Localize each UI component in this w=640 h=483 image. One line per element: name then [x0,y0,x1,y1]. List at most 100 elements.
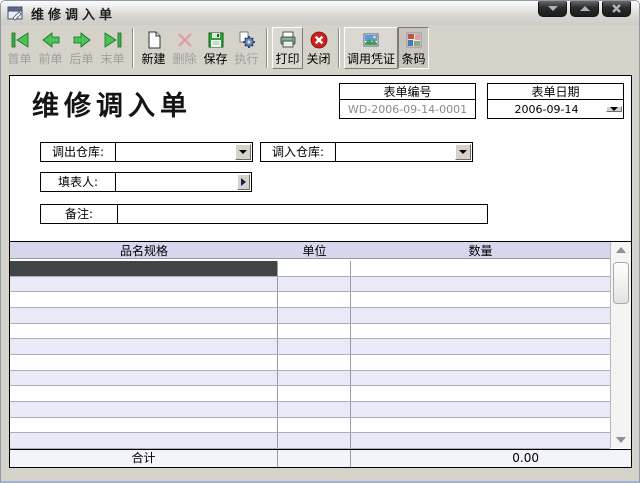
cell-unit[interactable] [278,370,351,386]
cell-unit[interactable] [278,261,351,276]
cell-product[interactable] [10,308,278,323]
table-row[interactable] [10,339,610,356]
grid-header-row: 品名规格 单位 数量 [10,242,610,259]
cell-product[interactable] [10,402,278,417]
in-warehouse-label: 调入仓库: [261,143,336,161]
out-warehouse-dropdown-button[interactable] [235,144,251,160]
execute-button[interactable]: 执行 [231,27,262,69]
cell-unit[interactable] [278,417,351,433]
vertical-scrollbar[interactable] [610,242,631,448]
cell-product[interactable] [10,323,278,339]
cell-unit[interactable] [278,323,351,339]
first-record-button[interactable]: 首单 [4,27,35,69]
out-warehouse-input[interactable] [116,143,234,161]
cell-unit[interactable] [278,402,351,417]
scrollbar-thumb[interactable] [613,262,629,304]
cell-qty[interactable] [351,339,610,354]
out-warehouse-label: 调出仓库: [41,143,116,161]
in-warehouse-input[interactable] [336,143,454,161]
cell-qty[interactable] [351,355,610,370]
doc-number-value: WD-2006-09-14-0001 [347,102,468,116]
table-row[interactable] [10,308,610,324]
cell-qty[interactable] [351,277,610,292]
barcode-button[interactable]: 条码 [398,27,430,69]
table-row[interactable] [10,292,610,309]
filler-input[interactable] [116,173,236,191]
cell-product[interactable] [10,276,278,292]
remark-label: 备注: [41,205,118,223]
doc-date-value: 2006-09-14 [514,102,579,116]
out-warehouse-group: 调出仓库: [40,142,253,162]
table-row[interactable] [10,323,610,340]
prev-record-button[interactable]: 前单 [35,27,66,69]
cell-unit[interactable] [278,433,351,449]
maximize-icon [579,6,590,11]
cell-unit[interactable] [278,308,351,323]
cell-product[interactable] [10,386,278,402]
filler-lookup-button[interactable] [237,174,250,190]
close-button[interactable] [602,1,631,17]
new-button[interactable]: 新建 [138,27,169,69]
table-row[interactable] [10,261,610,277]
scroll-down-button[interactable] [611,432,631,448]
delete-button[interactable]: 删除 [169,27,200,69]
cell-qty[interactable] [351,292,610,307]
cell-unit[interactable] [278,292,351,308]
cell-unit[interactable] [278,339,351,355]
cell-qty[interactable] [351,308,610,323]
cell-qty[interactable] [351,418,610,433]
print-icon [278,29,298,51]
window-controls [538,1,631,17]
form-panel: 维修调入单 表单编号 WD-2006-09-14-0001 表单日期 2006-… [9,75,632,468]
grid-body [10,261,610,450]
next-record-button[interactable]: 后单 [66,27,97,69]
cell-product[interactable] [10,292,278,308]
table-row[interactable] [10,386,610,403]
table-row[interactable] [10,433,610,450]
cell-qty[interactable] [351,402,610,417]
column-header-unit[interactable]: 单位 [278,242,351,259]
cell-unit[interactable] [278,386,351,402]
remark-input[interactable] [118,205,487,223]
cell-qty[interactable] [351,386,610,401]
cell-qty[interactable] [351,324,610,339]
toolbar-separator [132,28,134,68]
save-button[interactable]: 保存 [200,27,231,69]
window-title: 维修调入单 [31,7,117,23]
total-qty-value: 0.00 [512,451,539,465]
doc-date-dropdown-button[interactable] [606,106,622,112]
close-form-button[interactable]: 关闭 [303,27,334,69]
scroll-up-button[interactable] [611,242,631,258]
next-record-icon [71,29,93,51]
cell-product[interactable] [10,370,278,386]
table-row[interactable] [10,276,610,293]
in-warehouse-dropdown-button[interactable] [455,144,471,160]
cell-qty[interactable] [351,433,610,448]
maximize-button[interactable] [570,1,599,17]
table-row[interactable] [10,370,610,387]
cell-product[interactable] [10,339,278,355]
column-header-product[interactable]: 品名规格 [10,242,278,259]
delete-icon [175,29,195,51]
column-header-qty[interactable]: 数量 [351,242,610,259]
cell-product[interactable] [10,433,278,449]
doc-number-box: 表单编号 WD-2006-09-14-0001 [339,83,476,119]
minimize-button[interactable] [538,1,567,17]
chevron-down-icon [459,150,467,154]
cell-qty[interactable] [351,261,610,276]
call-voucher-button[interactable]: 调用凭证 [344,27,399,69]
cell-product[interactable] [10,261,278,276]
cell-unit[interactable] [278,355,351,370]
table-row[interactable] [10,402,610,418]
last-record-button[interactable]: 末单 [97,27,128,69]
cell-unit[interactable] [278,276,351,292]
cell-qty[interactable] [351,371,610,386]
table-row[interactable] [10,417,610,434]
cell-product[interactable] [10,417,278,433]
filler-group: 填表人: [40,172,252,192]
chevron-down-icon [239,150,247,154]
cell-product[interactable] [10,355,278,370]
print-button[interactable]: 打印 [272,27,303,69]
app-window: 维修调入单 首单 前单 后单 末单 新建 删除 保存 执行 打印 关闭 调用凭证… [0,0,640,483]
table-row[interactable] [10,355,610,371]
